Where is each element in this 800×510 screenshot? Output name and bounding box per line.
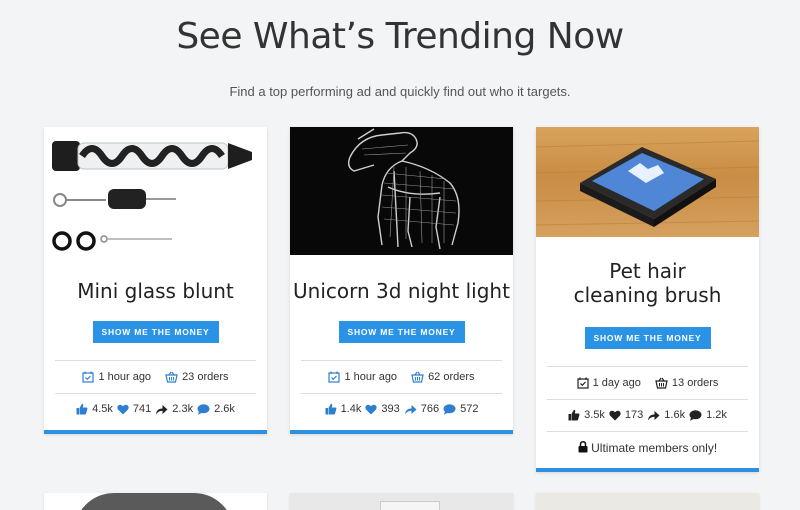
time-ago: 1 hour ago [344, 371, 398, 383]
divider [547, 431, 748, 432]
next-card-peek[interactable] [536, 493, 759, 510]
product-image-unicorn-light[interactable] [290, 127, 513, 255]
page-subtitle: Find a top performing ad and quickly fin… [229, 84, 571, 99]
shares-count: 2.3k [172, 403, 194, 415]
next-card-peek[interactable] [290, 493, 513, 510]
page-title: See What’s Trending Now [176, 16, 624, 57]
thumbs-up-icon [76, 403, 88, 415]
divider [547, 366, 748, 367]
divider [55, 393, 256, 394]
comments-count: 572 [460, 403, 479, 415]
likes-count: 1.4k [340, 403, 362, 415]
basket-icon [411, 371, 424, 383]
heart-icon [365, 404, 378, 415]
product-title: Unicorn 3d night light [293, 279, 510, 303]
meta-row: 1 day ago 13 orders [536, 377, 759, 389]
calendar-check-icon [576, 377, 589, 389]
divider [547, 399, 748, 400]
orders-count: 13 orders [671, 377, 719, 389]
product-card: Pet hair cleaning brush SHOW ME THE MONE… [536, 127, 759, 472]
comments-count: 2.6k [214, 403, 235, 415]
lock-icon [578, 441, 588, 456]
show-me-the-money-button[interactable]: SHOW ME THE MONEY [584, 327, 711, 349]
share-icon [155, 404, 168, 415]
thumbs-up-icon [568, 409, 580, 421]
basket-icon [655, 377, 668, 389]
stats-row: 4.5k 741 2.3k 2.6k [44, 403, 267, 415]
likes-count: 4.5k [92, 403, 113, 415]
orders-count: 23 orders [182, 371, 229, 383]
show-me-the-money-button[interactable]: SHOW ME THE MONEY [92, 321, 219, 343]
heart-icon [609, 410, 621, 421]
members-only-notice: Ultimate members only! [536, 441, 759, 456]
stats-row: 3.5k 173 1.6k 1.2k [536, 409, 759, 421]
divider [301, 360, 502, 361]
comment-icon [443, 403, 456, 415]
likes-count: 3.5k [584, 409, 605, 421]
orders-count: 62 orders [428, 371, 475, 383]
comment-icon [689, 409, 702, 421]
product-title: Pet hair cleaning brush [573, 259, 722, 307]
product-image-glass-blunt[interactable] [44, 127, 267, 255]
time-ago: 1 hour ago [98, 371, 152, 383]
members-only-label: Ultimate members only! [591, 441, 718, 455]
stats-row: 1.4k 393 766 572 [290, 403, 513, 415]
next-card-image [380, 501, 440, 510]
shares-count: 766 [420, 403, 440, 415]
next-card-peek[interactable] [44, 493, 267, 510]
shares-count: 1.6k [664, 409, 686, 421]
product-title: Mini glass blunt [77, 279, 234, 303]
share-icon [647, 410, 660, 421]
comment-icon [197, 403, 210, 415]
divider [301, 393, 502, 394]
calendar-check-icon [328, 371, 341, 383]
basket-icon [165, 371, 178, 383]
loves-count: 173 [624, 409, 644, 421]
show-me-the-money-button[interactable]: SHOW ME THE MONEY [338, 321, 465, 343]
meta-row: 1 hour ago 23 orders [44, 371, 267, 383]
heart-icon [117, 404, 129, 415]
loves-count: 393 [381, 403, 400, 415]
share-icon [404, 404, 417, 415]
product-card: Unicorn 3d night light SHOW ME THE MONEY… [290, 127, 513, 434]
product-card: Mini glass blunt SHOW ME THE MONEY 1 hou… [44, 127, 267, 434]
thumbs-up-icon [325, 403, 337, 415]
divider [55, 360, 256, 361]
next-card-image [74, 493, 234, 510]
meta-row: 1 hour ago 62 orders [290, 371, 513, 383]
calendar-check-icon [82, 371, 95, 383]
product-image-pet-brush[interactable] [536, 127, 759, 237]
time-ago: 1 day ago [592, 377, 641, 389]
comments-count: 1.2k [706, 409, 727, 421]
loves-count: 741 [132, 403, 152, 415]
